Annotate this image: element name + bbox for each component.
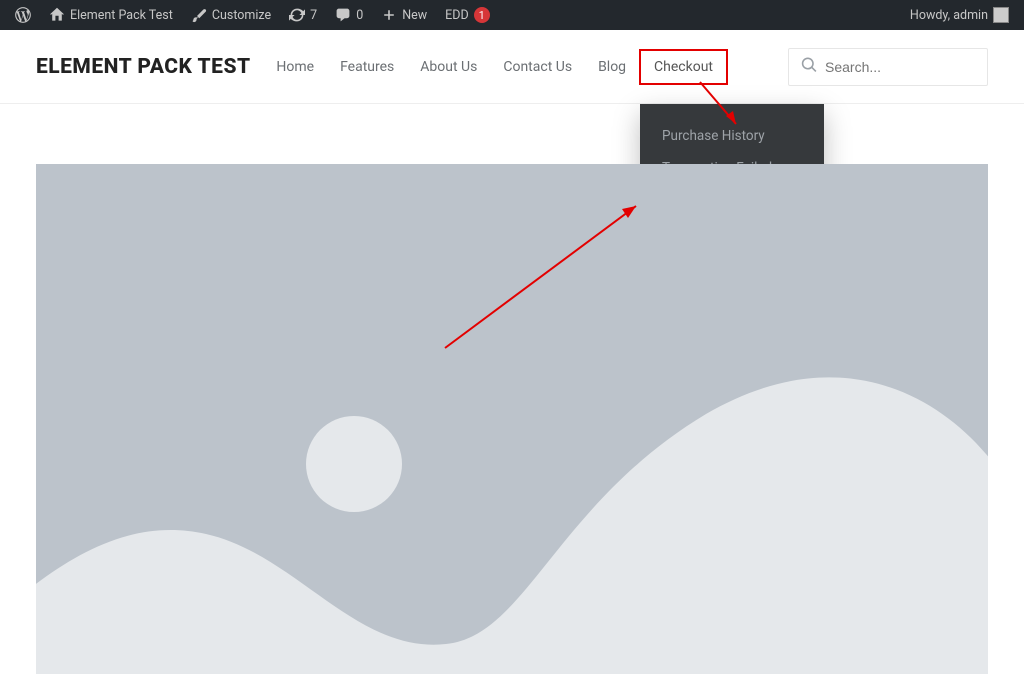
brush-icon bbox=[191, 7, 207, 23]
hero-section bbox=[0, 104, 1024, 674]
comments-link[interactable]: 0 bbox=[328, 0, 370, 30]
nav-features[interactable]: Features bbox=[327, 51, 407, 83]
plus-icon bbox=[381, 7, 397, 23]
updates-count: 7 bbox=[310, 8, 317, 23]
adminbar-right: Howdy, admin bbox=[903, 0, 1016, 30]
customize-link[interactable]: Customize bbox=[184, 0, 278, 30]
site-title-link[interactable]: Element Pack Test bbox=[42, 0, 180, 30]
mountain-shape bbox=[36, 294, 988, 674]
howdy-text: Howdy, admin bbox=[910, 8, 988, 23]
edd-badge: 1 bbox=[474, 7, 490, 23]
nav-blog[interactable]: Blog bbox=[585, 51, 639, 83]
avatar-icon bbox=[993, 7, 1009, 23]
home-icon bbox=[49, 7, 65, 23]
new-link[interactable]: New bbox=[374, 0, 434, 30]
customize-label: Customize bbox=[212, 8, 271, 23]
site-header: ELEMENT PACK TEST Home Features About Us… bbox=[0, 30, 1024, 104]
search-input[interactable] bbox=[825, 59, 975, 75]
edd-label: EDD bbox=[445, 8, 469, 23]
nav-home[interactable]: Home bbox=[263, 51, 327, 83]
nav-about[interactable]: About Us bbox=[407, 51, 490, 83]
new-label: New bbox=[402, 8, 427, 23]
main-nav: Home Features About Us Contact Us Blog C… bbox=[263, 49, 728, 85]
nav-checkout[interactable]: Checkout bbox=[639, 49, 728, 85]
nav-contact[interactable]: Contact Us bbox=[490, 51, 585, 83]
wp-admin-bar: Element Pack Test Customize 7 0 New bbox=[0, 0, 1024, 30]
howdy-link[interactable]: Howdy, admin bbox=[903, 0, 1016, 30]
comment-icon bbox=[335, 7, 351, 23]
page-title[interactable]: ELEMENT PACK TEST bbox=[36, 55, 251, 79]
adminbar-site-title: Element Pack Test bbox=[70, 8, 173, 23]
adminbar-left: Element Pack Test Customize 7 0 New bbox=[8, 0, 497, 30]
refresh-icon bbox=[289, 7, 305, 23]
wordpress-icon bbox=[15, 7, 31, 23]
search-box[interactable] bbox=[788, 48, 988, 86]
comments-count: 0 bbox=[356, 8, 363, 23]
search-icon bbox=[801, 57, 817, 77]
dropdown-purchase-history[interactable]: Purchase History bbox=[640, 120, 824, 152]
wp-logo[interactable] bbox=[8, 0, 38, 30]
edd-link[interactable]: EDD 1 bbox=[438, 0, 497, 30]
placeholder-image bbox=[36, 164, 988, 674]
updates-link[interactable]: 7 bbox=[282, 0, 324, 30]
